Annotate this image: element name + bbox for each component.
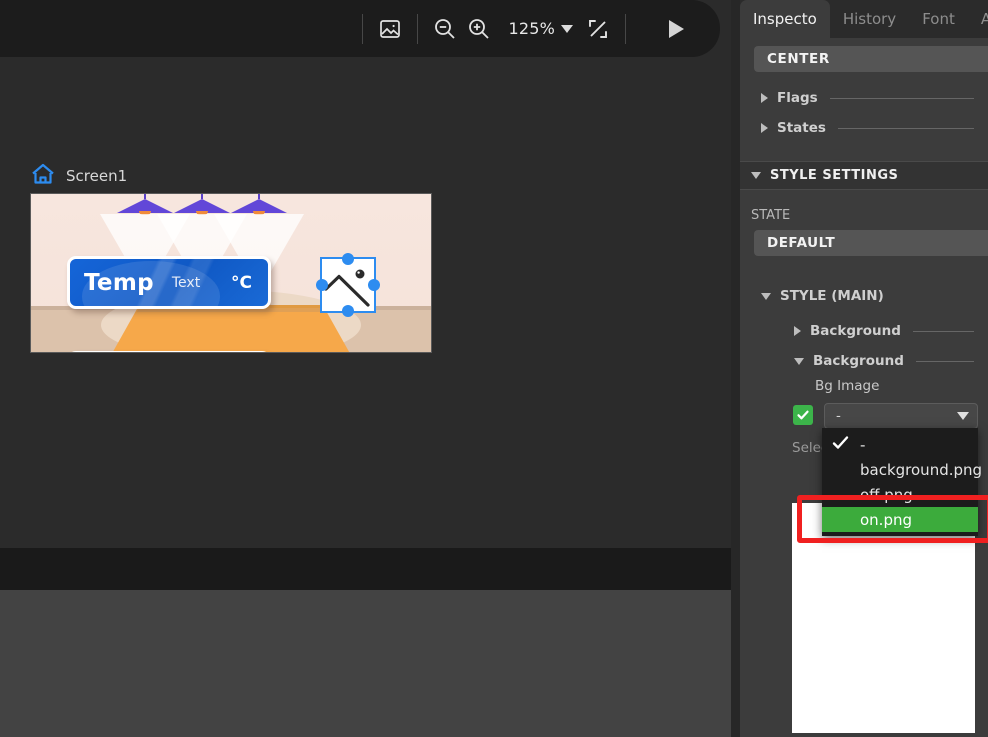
tab-animations[interactable]: Ani	[968, 0, 988, 38]
panel-divider[interactable]	[731, 0, 740, 737]
tree-row-flags[interactable]: Flags	[740, 83, 988, 113]
tab-animations-label: Ani	[981, 10, 988, 28]
dropdown-option-none-label: -	[860, 436, 865, 454]
resize-handle-bottom[interactable]	[342, 305, 354, 317]
inspector-panel: Inspecto History Font Ani CENTER Flags	[740, 0, 988, 737]
tab-inspector-label: Inspecto	[753, 10, 817, 28]
group-background-expanded-label: Background	[813, 353, 904, 369]
tab-history[interactable]: History	[830, 0, 909, 38]
play-icon[interactable]	[658, 12, 692, 46]
toolbar-divider	[362, 14, 363, 44]
editor-bottom-panel	[0, 590, 731, 737]
bg-image-select[interactable]: -	[824, 403, 978, 429]
tree-row-states[interactable]: States	[740, 113, 988, 143]
widget-temp-value: Text	[172, 275, 200, 291]
widget-humi[interactable]: Humi Text %	[67, 351, 271, 352]
bg-image-label: Bg Image	[815, 378, 879, 394]
chevron-down-icon	[957, 412, 969, 420]
tree-rule	[913, 331, 974, 332]
tree-rule	[838, 128, 974, 129]
state-label: STATE	[751, 208, 790, 223]
resize-handle-left[interactable]	[316, 279, 328, 291]
tab-font[interactable]: Font	[909, 0, 968, 38]
fit-to-screen-icon[interactable]	[581, 12, 615, 46]
design-canvas[interactable]: Temp Text °C Humi Text %	[30, 193, 432, 353]
selected-object-chip[interactable]: CENTER	[754, 46, 988, 72]
editor-console-bar	[0, 548, 731, 590]
chevron-right-icon	[794, 326, 801, 336]
group-background-expanded[interactable]: Background	[740, 346, 988, 376]
dropdown-option-background-label: background.png	[860, 461, 982, 479]
dropdown-option-off[interactable]: off.png	[822, 482, 978, 507]
resize-handle-right[interactable]	[368, 279, 380, 291]
tree-row-states-label: States	[777, 120, 826, 136]
bg-image-dropdown-menu: - background.png off.png on.png	[822, 428, 978, 536]
selected-object-label: CENTER	[767, 51, 830, 67]
editor-area: 125% Screen1	[0, 0, 731, 737]
zoom-level-value: 125%	[508, 19, 555, 38]
tree-row-flags-label: Flags	[777, 90, 818, 106]
inspector-tab-bar: Inspecto History Font Ani	[740, 0, 988, 38]
dropdown-option-background[interactable]: background.png	[822, 457, 978, 482]
canvas-content: Temp Text °C Humi Text %	[31, 194, 431, 352]
chevron-down-icon	[751, 172, 761, 179]
tab-inspector[interactable]: Inspecto	[740, 0, 830, 38]
section-style-main-label: STYLE (MAIN)	[780, 288, 884, 304]
group-background-collapsed[interactable]: Background	[740, 316, 988, 346]
widget-temp[interactable]: Temp Text °C	[67, 256, 271, 309]
chevron-down-icon	[794, 358, 804, 365]
state-value-label: DEFAULT	[767, 235, 835, 251]
dropdown-option-none[interactable]: -	[822, 432, 978, 457]
dropdown-option-off-label: off.png	[860, 486, 913, 504]
app-window: 125% Screen1	[0, 0, 988, 737]
widget-image-selected[interactable]	[320, 257, 376, 313]
screen-name: Screen1	[66, 167, 127, 185]
section-style-settings-label: STYLE SETTINGS	[770, 168, 898, 183]
widget-temp-unit: °C	[231, 273, 252, 293]
image-icon[interactable]	[373, 12, 407, 46]
chevron-right-icon	[761, 93, 768, 103]
tree-rule	[916, 361, 974, 362]
tab-history-label: History	[843, 10, 896, 28]
image-placeholder-icon	[322, 259, 374, 311]
dropdown-option-on-label: on.png	[860, 511, 912, 529]
bg-image-select-value: -	[836, 408, 957, 424]
toolbar-divider	[417, 14, 418, 44]
selected-object-row: CENTER	[740, 38, 988, 76]
chevron-down-icon	[761, 293, 771, 300]
group-background-collapsed-label: Background	[810, 323, 901, 339]
bg-image-preview	[792, 503, 975, 733]
canvas-toolbar: 125%	[0, 0, 720, 57]
chevron-right-icon	[761, 123, 768, 133]
chevron-down-icon	[561, 25, 573, 33]
dropdown-option-on[interactable]: on.png	[822, 507, 978, 532]
home-icon	[30, 162, 56, 190]
zoom-level-selector[interactable]: 125%	[508, 19, 573, 38]
check-icon	[832, 435, 849, 454]
check-icon	[796, 408, 810, 422]
tab-font-label: Font	[922, 10, 955, 28]
state-value-chip[interactable]: DEFAULT	[754, 230, 988, 256]
zoom-in-icon[interactable]	[462, 12, 496, 46]
resize-handle-top[interactable]	[342, 253, 354, 265]
bg-image-enable-checkbox[interactable]	[793, 405, 813, 425]
section-style-settings[interactable]: STYLE SETTINGS	[740, 161, 988, 190]
section-style-main[interactable]: STYLE (MAIN)	[740, 281, 988, 311]
widget-temp-title: Temp	[84, 270, 154, 296]
screen-label: Screen1	[30, 162, 127, 190]
zoom-out-icon[interactable]	[428, 12, 462, 46]
toolbar-divider	[625, 14, 626, 44]
tree-rule	[830, 98, 974, 99]
